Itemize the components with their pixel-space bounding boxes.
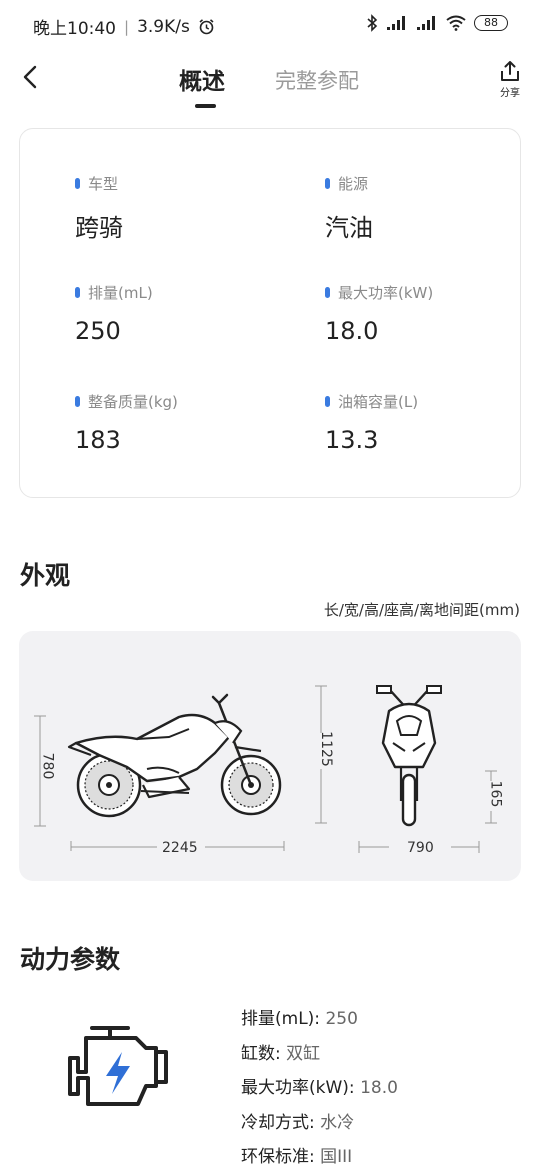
spec-label: 油箱容量(L) xyxy=(338,393,419,411)
top-nav: 概述 完整参配 分享 xyxy=(0,50,540,120)
back-button[interactable] xyxy=(18,62,44,92)
power-row-displacement: 排量(mL): 250 xyxy=(241,1007,398,1042)
spec-label: 排量(mL) xyxy=(88,284,153,302)
bullet-dot xyxy=(75,287,80,298)
appearance-title: 外观 xyxy=(20,561,71,590)
power-row-value: 250 xyxy=(325,1009,358,1029)
tab-overview[interactable]: 概述 xyxy=(179,62,225,96)
spec-vehicle-type: 车型 跨骑 xyxy=(75,173,123,243)
status-left: 晚上10:40 | 3.9K/s xyxy=(33,14,215,39)
spec-label: 整备质量(kg) xyxy=(88,393,178,411)
power-row-label: 排量(mL): xyxy=(241,1009,321,1029)
width-label: 790 xyxy=(407,840,434,856)
power-row-value: 水冷 xyxy=(320,1112,355,1133)
height-label: 1125 xyxy=(317,731,334,767)
power-row-label: 最大功率(kW): xyxy=(241,1078,355,1098)
signal-icon xyxy=(417,16,435,30)
wifi-icon xyxy=(446,15,466,31)
status-net-speed: 3.9K/s xyxy=(137,16,190,37)
spec-value: 13.3 xyxy=(325,426,379,454)
bullet-dot xyxy=(75,178,80,189)
signal-icon xyxy=(387,16,405,30)
spec-max-power: 最大功率(kW) 18.0 xyxy=(325,282,433,345)
motorcycle-front-view xyxy=(313,685,499,855)
spec-displacement: 排量(mL) 250 xyxy=(75,282,153,345)
bluetooth-icon xyxy=(367,14,378,32)
status-bar: 晚上10:40 | 3.9K/s 88 xyxy=(0,0,540,50)
spec-label: 能源 xyxy=(338,175,369,193)
power-row-value: 18.0 xyxy=(360,1078,398,1098)
tab-active-indicator xyxy=(195,104,216,108)
tab-full-specs[interactable]: 完整参配 xyxy=(275,65,359,95)
spec-value: 183 xyxy=(75,426,121,454)
status-time: 晚上10:40 xyxy=(33,19,116,39)
spec-value: 汽油 xyxy=(325,214,373,242)
power-row-cylinders: 缸数: 双缸 xyxy=(241,1042,398,1077)
status-right: 88 xyxy=(366,14,508,32)
length-label: 2245 xyxy=(162,840,198,856)
spec-value: 18.0 xyxy=(325,317,379,345)
share-label: 分享 xyxy=(500,88,520,99)
share-button[interactable]: 分享 xyxy=(498,60,522,99)
battery-icon: 88 xyxy=(474,15,508,31)
seat-height-label: 780 xyxy=(39,752,56,780)
power-row-label: 环保标准: xyxy=(241,1147,315,1167)
power-row-label: 缸数: xyxy=(241,1043,281,1064)
status-separator: | xyxy=(124,17,130,36)
share-icon xyxy=(501,61,519,81)
motorcycle-side-view xyxy=(34,693,285,851)
power-row-cooling: 冷却方式: 水冷 xyxy=(241,1111,398,1146)
overview-spec-card: 车型 跨骑 能源 汽油 排量(mL) 250 最大功率(kW) 18.0 整备质… xyxy=(19,128,521,498)
spec-value: 250 xyxy=(75,317,121,345)
power-row-value: 国III xyxy=(320,1147,353,1167)
power-title: 动力参数 xyxy=(20,945,121,974)
alarm-icon xyxy=(199,19,214,35)
spec-label: 车型 xyxy=(88,175,119,193)
power-spec-list: 排量(mL): 250 缸数: 双缸 最大功率(kW): 18.0 冷却方式: … xyxy=(241,1007,398,1170)
power-row-emission: 环保标准: 国III xyxy=(241,1145,398,1170)
spec-value: 跨骑 xyxy=(75,214,123,242)
spec-fuel-capacity: 油箱容量(L) 13.3 xyxy=(325,391,418,454)
bullet-dot xyxy=(325,396,330,407)
bullet-dot xyxy=(325,287,330,298)
dimensions-panel: 780 2245 1125 165 790 xyxy=(19,631,521,881)
power-row-max-power: 最大功率(kW): 18.0 xyxy=(241,1076,398,1111)
spec-curb-weight: 整备质量(kg) 183 xyxy=(75,391,178,454)
power-row-label: 冷却方式: xyxy=(241,1112,315,1133)
ground-clearance-label: 165 xyxy=(487,780,504,808)
power-row-value: 双缸 xyxy=(286,1043,321,1064)
spec-energy: 能源 汽油 xyxy=(325,173,373,243)
bullet-dot xyxy=(325,178,330,189)
engine-icon xyxy=(68,1026,168,1106)
spec-label: 最大功率(kW) xyxy=(338,284,434,302)
chevron-left-icon xyxy=(23,65,37,89)
bullet-dot xyxy=(75,396,80,407)
dimension-caption: 长/宽/高/座高/离地间距(mm) xyxy=(323,601,520,619)
